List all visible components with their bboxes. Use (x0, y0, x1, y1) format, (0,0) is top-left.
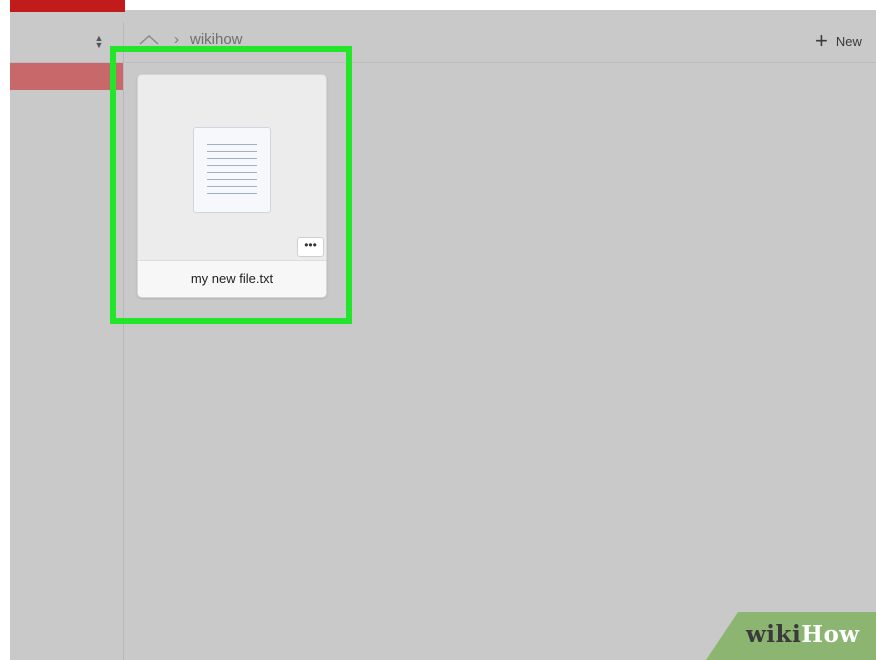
watermark-wiki: wiki (746, 621, 802, 648)
new-button[interactable]: + New (815, 28, 862, 54)
file-card[interactable]: ••• my new file.txt (137, 74, 327, 298)
plus-icon: + (815, 28, 828, 53)
sidebar-item-selected[interactable] (10, 62, 123, 90)
text-document-icon (193, 127, 271, 213)
app-accent-bar (10, 0, 125, 12)
watermark-how: How (801, 621, 860, 648)
file-name[interactable]: my new file.txt (138, 271, 326, 286)
new-button-label: New (835, 33, 862, 49)
file-card-footer: my new file.txt (138, 260, 326, 297)
files-app-window: ▲▼ › wikihow + New ••• my new file.txt (10, 0, 876, 660)
file-options-button[interactable]: ••• (297, 237, 324, 257)
wikihow-watermark-logo: wikiHow (706, 612, 876, 660)
top-bar (125, 0, 876, 10)
sort-arrows-icon[interactable]: ▲ ▼ (94, 34, 104, 50)
